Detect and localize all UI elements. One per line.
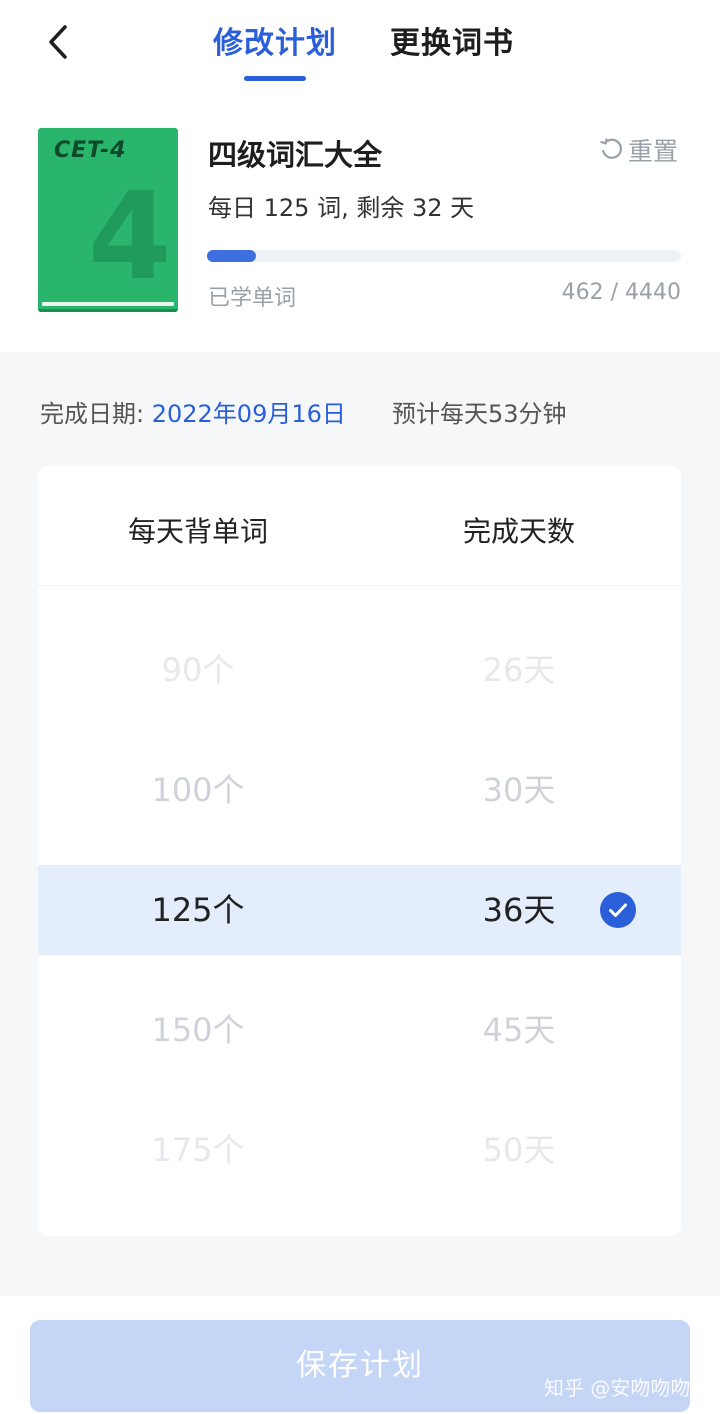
tab-change-book[interactable]: 更换词书 (390, 18, 514, 62)
chevron-left-icon (49, 25, 67, 59)
book-cover-bottom (38, 309, 178, 312)
completion-date-label: 完成日期: (40, 400, 145, 428)
learned-words-label: 已学单词 (208, 286, 297, 311)
refresh-icon (600, 138, 623, 159)
back-button[interactable] (38, 20, 78, 64)
words-option: 90个 (161, 651, 235, 689)
book-cover-label: CET-4 (54, 138, 127, 163)
words-per-day-header: 每天背单词 (127, 515, 268, 548)
book-title: 四级词汇大全 (208, 138, 383, 172)
header-divider (38, 585, 681, 586)
book-cover: CET-4 4 (38, 128, 178, 312)
days-option: 45天 (482, 1011, 556, 1049)
words-option-selected: 125个 (151, 891, 245, 929)
book-cover-number: 4 (88, 168, 172, 307)
tab-modify-plan[interactable]: 修改计划 (213, 18, 337, 62)
picker-row[interactable]: 150个 45天 (38, 985, 681, 1075)
book-cover-page-edge (42, 302, 174, 306)
plan-summary: 每日 125 词, 剩余 32 天 (208, 194, 475, 222)
daily-time-estimate: 预计每天53分钟 (392, 400, 567, 428)
days-option: 26天 (482, 651, 556, 689)
picker-row[interactable]: 100个 30天 (38, 745, 681, 835)
picker-row[interactable]: 175个 50天 (38, 1105, 681, 1195)
days-option: 50天 (482, 1131, 556, 1169)
plan-header-section: 修改计划 更换词书 CET-4 4 四级词汇大全 重置 每日 125 词, 剩余… (0, 0, 720, 352)
days-option: 30天 (482, 771, 556, 809)
picker-row-selected[interactable]: 125个 36天 (38, 865, 681, 955)
learning-progress-bar (207, 250, 681, 262)
reset-button[interactable]: 重置 (600, 132, 678, 168)
reset-label: 重置 (628, 137, 679, 166)
check-circle-icon (600, 892, 636, 928)
watermark: 知乎 @安吻吻吻 (544, 1376, 691, 1400)
completion-date-value: 2022年09月16日 (151, 400, 346, 428)
completion-date: 完成日期: 2022年09月16日 (40, 394, 346, 429)
words-option: 100个 (151, 771, 245, 809)
learning-progress-fill (207, 250, 257, 262)
plan-picker: 每天背单词 完成天数 90个 26天 100个 30天 125个 36天 150… (38, 466, 681, 1236)
words-option: 175个 (151, 1131, 245, 1169)
active-tab-indicator (244, 76, 306, 81)
learned-words-count: 462 / 4440 (561, 280, 681, 305)
words-option: 150个 (151, 1011, 245, 1049)
picker-row[interactable]: 90个 26天 (38, 625, 681, 715)
completion-days-header: 完成天数 (462, 515, 575, 548)
